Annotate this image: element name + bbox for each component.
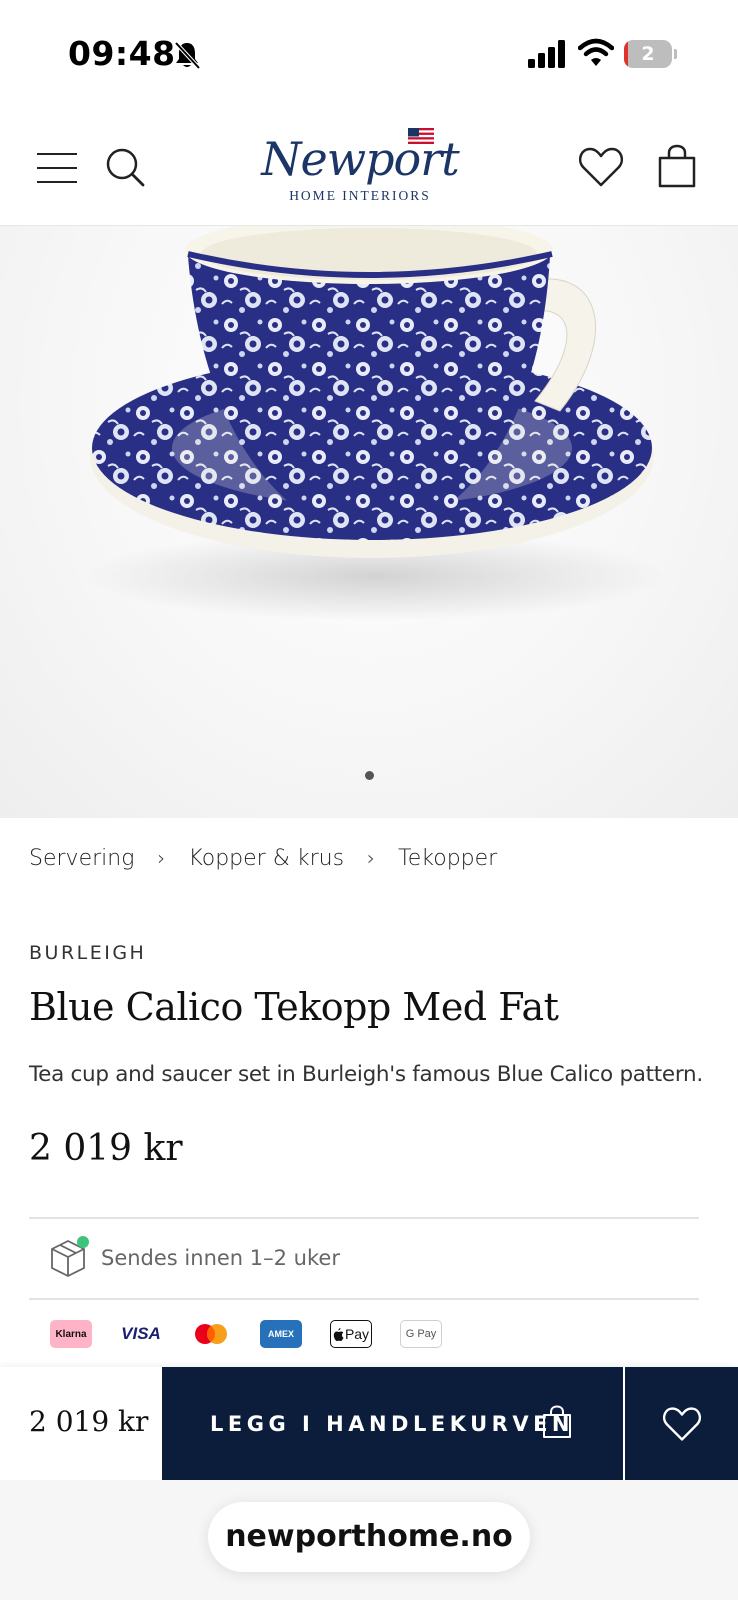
logo-wordmark: Newport	[261, 132, 459, 186]
bell-slash-icon	[174, 41, 201, 70]
newport-logo[interactable]: Newport HOME INTERIORS	[250, 128, 470, 216]
divider	[29, 1217, 699, 1219]
product-description: Tea cup and saucer set in Burleigh's fam…	[29, 1062, 703, 1087]
cellular-signal-icon	[528, 40, 565, 68]
product-title: Blue Calico Tekopp Med Fat	[29, 985, 559, 1029]
google-pay-logo: G Pay	[400, 1320, 442, 1348]
breadcrumb-separator: ›	[367, 846, 376, 870]
site-header: Newport HOME INTERIORS	[0, 110, 738, 226]
in-stock-dot	[77, 1236, 89, 1248]
sticky-purchase-bar: 2 019 kr LEGG I HANDLEKURVEN	[0, 1367, 738, 1480]
visa-logo: VISA	[120, 1320, 162, 1348]
breadcrumb-item-kopper-krus[interactable]: Kopper & krus	[188, 846, 344, 871]
product-image-carousel[interactable]	[0, 226, 738, 818]
product-price: 2 019 kr	[29, 1128, 183, 1169]
shopping-bag-icon	[543, 1405, 571, 1438]
search-icon[interactable]	[104, 146, 146, 188]
battery-indicator: 2	[624, 40, 677, 68]
us-flag-icon	[408, 128, 434, 144]
klarna-logo: Klarna	[50, 1320, 92, 1348]
logo-subtitle: HOME INTERIORS	[289, 188, 431, 203]
shopping-bag-icon[interactable]	[656, 144, 698, 188]
add-to-wishlist-button[interactable]	[625, 1367, 738, 1480]
amex-logo: AMEX	[260, 1320, 302, 1348]
battery-level: 2	[641, 43, 655, 65]
status-time: 09:48	[68, 34, 176, 73]
breadcrumb-item-tekopper[interactable]: Tekopper	[398, 846, 497, 871]
breadcrumb-item-servering[interactable]: Servering	[29, 846, 134, 871]
breadcrumb: Servering › Kopper & krus › Tekopper	[29, 846, 497, 871]
apple-pay-logo: Pay	[330, 1320, 372, 1348]
teacup-image	[85, 226, 665, 621]
breadcrumb-separator: ›	[157, 846, 166, 870]
status-bar: 09:48 2	[0, 0, 738, 110]
heart-icon	[662, 1406, 701, 1441]
divider	[29, 1298, 699, 1300]
add-to-cart-label: LEGG I HANDLEKURVEN	[210, 1411, 574, 1436]
apple-pay-label: Pay	[344, 1326, 370, 1342]
shipping-time: Sendes innen 1–2 uker	[101, 1246, 340, 1270]
wishlist-heart-icon[interactable]	[578, 146, 624, 188]
wifi-icon	[578, 38, 614, 66]
carousel-dot-active[interactable]	[365, 771, 374, 780]
product-brand[interactable]: BURLEIGH	[29, 942, 146, 964]
add-to-cart-button[interactable]: LEGG I HANDLEKURVEN	[162, 1367, 623, 1480]
sticky-price: 2 019 kr	[29, 1405, 149, 1438]
address-bar[interactable]: newporthome.no	[208, 1502, 530, 1572]
mastercard-logo	[190, 1320, 232, 1348]
hamburger-menu-icon[interactable]	[36, 150, 78, 186]
shipping-info: Sendes innen 1–2 uker	[29, 1220, 699, 1298]
